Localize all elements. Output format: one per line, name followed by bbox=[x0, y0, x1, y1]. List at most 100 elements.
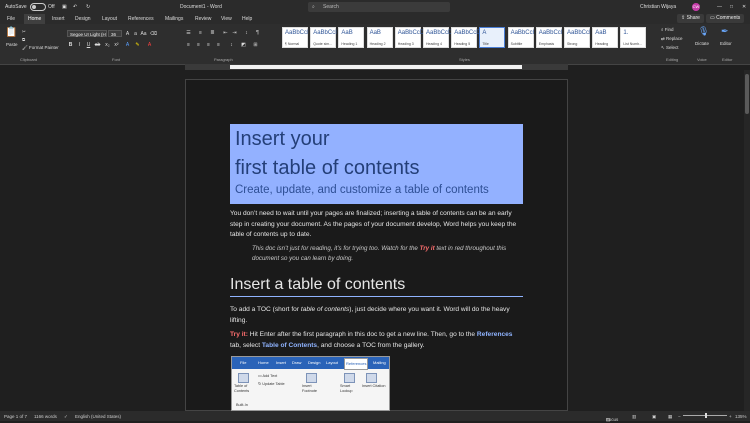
clear-format-icon[interactable]: ⌫ bbox=[150, 31, 157, 37]
style-tile[interactable]: AaB Heading 2 bbox=[366, 27, 393, 48]
tab-file[interactable]: File bbox=[7, 16, 15, 22]
document-title: Document1 - Word bbox=[180, 4, 222, 10]
paste-icon[interactable]: 📋 bbox=[5, 27, 17, 38]
title-block[interactable]: Insert your first table of contents Crea… bbox=[230, 124, 523, 204]
style-tile[interactable]: AaBbCcD Heading 3 bbox=[394, 27, 424, 48]
web-layout-icon[interactable]: ▦ bbox=[668, 414, 672, 420]
style-tile[interactable]: 1. List Numb... bbox=[620, 27, 647, 48]
save-icon[interactable]: ▣ bbox=[62, 4, 67, 10]
select-button[interactable]: ↖ Select bbox=[661, 45, 679, 51]
bullets-icon[interactable]: ☰ bbox=[185, 30, 192, 36]
align-center-icon[interactable]: ≡ bbox=[195, 42, 202, 48]
tab-mailings[interactable]: Mailings bbox=[165, 16, 183, 22]
tab-design[interactable]: Design bbox=[75, 16, 91, 22]
editor-button[interactable]: Editor bbox=[720, 41, 732, 46]
subscript-icon[interactable]: x₂ bbox=[104, 42, 111, 48]
numbering-icon[interactable]: ≡ bbox=[197, 30, 204, 36]
replace-button[interactable]: ⇄ Replace bbox=[661, 36, 683, 42]
tab-review[interactable]: Review bbox=[195, 16, 211, 22]
microphone-icon[interactable]: 🎙 bbox=[698, 26, 709, 37]
cut-button[interactable]: ✂ bbox=[22, 29, 26, 35]
editing-group-label: Editing bbox=[666, 57, 679, 62]
tab-layout[interactable]: Layout bbox=[102, 16, 117, 22]
zoom-level[interactable]: 135% bbox=[735, 414, 747, 419]
language[interactable]: English (United States) bbox=[75, 414, 121, 419]
show-marks-icon[interactable]: ¶ bbox=[254, 30, 261, 36]
style-tile[interactable]: A Title bbox=[479, 27, 506, 48]
zoom-in-icon[interactable]: + bbox=[729, 414, 732, 419]
zoom-out-icon[interactable]: − bbox=[678, 414, 681, 419]
maximize-icon[interactable]: □ bbox=[730, 4, 733, 10]
vertical-scrollbar[interactable] bbox=[744, 70, 750, 411]
toc-paragraph[interactable]: To add a TOC (short for table of content… bbox=[230, 305, 523, 326]
tip-quote[interactable]: This doc isn’t just for reading, it’s fo… bbox=[252, 244, 507, 264]
scrollbar-thumb[interactable] bbox=[745, 74, 749, 114]
style-tile[interactable]: AaBbCcI Emphasis bbox=[535, 27, 562, 48]
bold-icon[interactable]: B bbox=[67, 42, 74, 48]
italic-icon[interactable]: I bbox=[76, 42, 83, 48]
style-tile[interactable]: AaBbCcI ¶ Normal bbox=[282, 27, 309, 48]
style-tile[interactable]: AaB Heading 1 bbox=[338, 27, 365, 48]
shrink-font-icon[interactable]: a bbox=[132, 31, 139, 37]
grow-font-icon[interactable]: A bbox=[124, 31, 131, 37]
tab-view[interactable]: View bbox=[221, 16, 232, 22]
align-right-icon[interactable]: ≡ bbox=[205, 42, 212, 48]
decrease-indent-icon[interactable]: ⇤ bbox=[222, 30, 229, 36]
find-button[interactable]: ⌕ Find bbox=[661, 27, 674, 32]
tab-help[interactable]: Help bbox=[242, 16, 252, 22]
style-tile[interactable]: AaBbCcD Heading 5 bbox=[451, 27, 481, 48]
underline-icon[interactable]: U bbox=[85, 42, 92, 48]
font-name-select[interactable]: Segoe UI Light (H bbox=[67, 30, 107, 37]
styles-gallery[interactable]: AaBbCcI ¶ Normal AaBbCcI Quote sim... AaB Hea… bbox=[282, 27, 652, 49]
tab-insert[interactable]: Insert bbox=[52, 16, 65, 22]
autosave-toggle[interactable] bbox=[30, 3, 46, 11]
style-tile[interactable]: AaBbCcI Quote sim... bbox=[310, 27, 337, 48]
tab-references[interactable]: References bbox=[128, 16, 154, 22]
section-heading[interactable]: Insert a table of contents bbox=[230, 276, 405, 294]
avatar[interactable]: CW bbox=[692, 3, 700, 11]
style-tile[interactable]: AaBbCcD Heading 4 bbox=[423, 27, 452, 48]
undo-icon[interactable]: ↶ bbox=[73, 4, 77, 10]
search-box[interactable]: ⌕ Search bbox=[308, 2, 450, 12]
proofing-icon[interactable]: ✓ bbox=[64, 414, 68, 420]
change-case-icon[interactable]: Aa bbox=[140, 31, 147, 37]
print-layout-icon[interactable]: ▣ bbox=[652, 414, 656, 420]
word-count[interactable]: 1166 words bbox=[34, 414, 57, 419]
editor-icon[interactable]: ✒ bbox=[721, 26, 729, 37]
user-name[interactable]: Christian Wijaya bbox=[640, 4, 676, 10]
font-color-icon[interactable]: A bbox=[146, 42, 153, 48]
page-count[interactable]: Page 1 of 7 bbox=[4, 414, 27, 419]
format-painter-button[interactable]: 🖌 Format Painter bbox=[22, 45, 59, 51]
zoom-slider-thumb[interactable] bbox=[705, 413, 707, 418]
style-sample: AaBbCcD bbox=[454, 30, 481, 36]
intro-paragraph[interactable]: You don’t need to wait until your pages … bbox=[230, 209, 523, 241]
try-it-paragraph[interactable]: Try it: Hit Enter after the first paragr… bbox=[230, 330, 523, 351]
brush-icon: 🖌 bbox=[22, 45, 28, 50]
justify-icon[interactable]: ≡ bbox=[215, 42, 222, 48]
style-tile[interactable]: AaBbCcI Strong bbox=[564, 27, 591, 48]
close-icon[interactable]: ✕ bbox=[742, 4, 746, 10]
sort-icon[interactable]: ↕ bbox=[243, 30, 250, 36]
paste-button[interactable]: Paste bbox=[6, 42, 18, 47]
shading-icon[interactable]: ◩ bbox=[240, 42, 247, 48]
style-sample: AaB bbox=[369, 30, 381, 36]
superscript-icon[interactable]: x² bbox=[113, 42, 120, 48]
text-effects-icon[interactable]: A bbox=[124, 42, 131, 48]
increase-indent-icon[interactable]: ⇥ bbox=[231, 30, 238, 36]
line-spacing-icon[interactable]: ↕ bbox=[228, 42, 235, 48]
share-button[interactable]: ⇪ Share bbox=[677, 14, 704, 23]
highlight-icon[interactable]: ✎ bbox=[134, 42, 141, 48]
dictate-button[interactable]: Dictate bbox=[695, 41, 709, 46]
comments-button[interactable]: ▭ Comments bbox=[706, 14, 745, 23]
style-tile[interactable]: AaBbCcI Subtitle bbox=[507, 27, 534, 48]
align-left-icon[interactable]: ≡ bbox=[185, 42, 192, 48]
redo-icon[interactable]: ↻ bbox=[86, 4, 90, 10]
multilevel-list-icon[interactable]: ≣ bbox=[209, 30, 216, 36]
borders-icon[interactable]: ⊞ bbox=[252, 42, 259, 48]
copy-button[interactable]: ⧉ bbox=[22, 37, 25, 42]
read-mode-icon[interactable]: ▥ bbox=[632, 414, 636, 420]
strikethrough-icon[interactable]: ab bbox=[94, 42, 101, 48]
minimize-icon[interactable]: — bbox=[717, 4, 722, 10]
style-tile[interactable]: AaB Heading bbox=[592, 27, 619, 48]
font-size-select[interactable]: 36 bbox=[108, 30, 122, 37]
